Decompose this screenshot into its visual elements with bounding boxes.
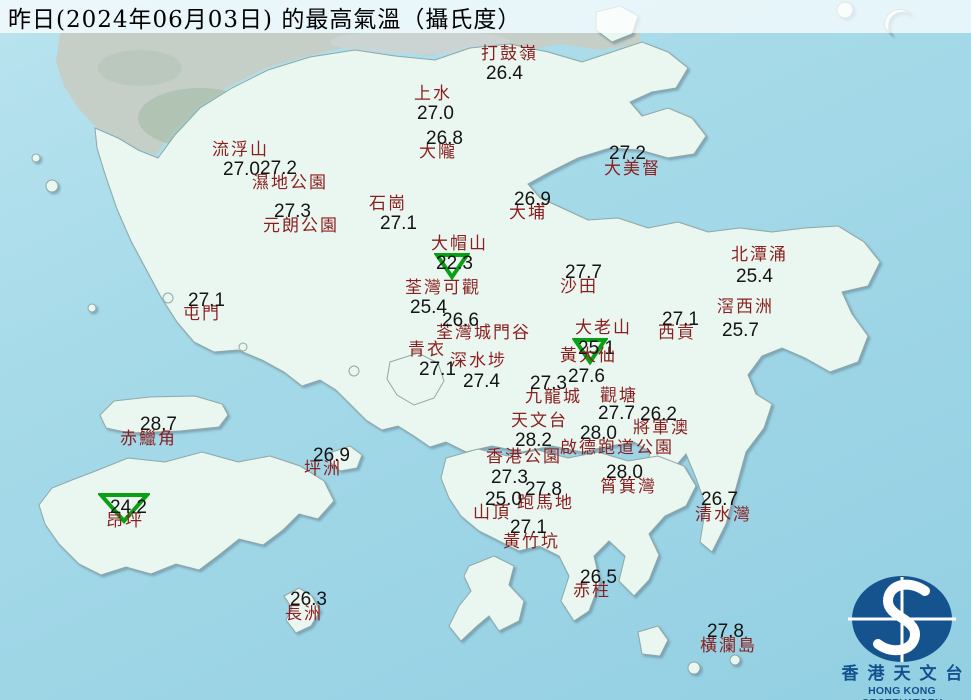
page-title: 昨日(2024年06月03日) 的最高氣溫（攝氏度）: [8, 0, 521, 34]
small-islet: [88, 304, 96, 312]
station-temperature-value: 27.7: [565, 263, 602, 282]
small-islet: [239, 343, 247, 351]
station-name: 上水: [414, 86, 452, 103]
station-temperature-value: 28.0: [580, 424, 617, 443]
small-islet: [730, 655, 740, 665]
station-name: 啟德跑道公園: [560, 440, 674, 457]
station-name: 天文台: [511, 413, 568, 430]
station-temperature-value: 27.4: [463, 372, 500, 391]
hong-kong-map: [0, 0, 971, 700]
weather-map-screen: 打鼓嶺26.4上水27.0大隴26.8流浮山27.0濕地公園27.2大美督27.…: [0, 0, 971, 700]
urban-hill-patch: [98, 50, 182, 86]
hko-logo-english-name: HONG KONG OBSERVATORY: [831, 685, 971, 700]
station-temperature-value: 26.6: [442, 311, 479, 330]
station-temperature-value: 26.7: [701, 490, 738, 509]
station-temperature-value: 27.1: [188, 291, 225, 310]
station-name: 黃大仙: [560, 348, 617, 365]
station-temperature-value: 26.4: [486, 64, 523, 83]
station-name: 大老山: [575, 320, 632, 337]
station-name: 流浮山: [212, 142, 269, 159]
hko-logo-chinese-name: 香港天文台: [831, 665, 971, 685]
small-islet: [46, 180, 58, 192]
station-temperature-value: 27.2: [260, 159, 297, 178]
lamma-island: [449, 556, 524, 641]
station-temperature-value: 26.9: [313, 446, 350, 465]
station-name: 大帽山: [431, 236, 488, 253]
station-name: 青衣: [408, 342, 446, 359]
small-islet: [32, 154, 40, 162]
title-bar: 昨日(2024年06月03日) 的最高氣溫（攝氏度）: [0, 0, 971, 33]
small-islet: [163, 293, 173, 303]
station-temperature-value: 25.4: [736, 267, 773, 286]
station-temperature-value: 27.6: [568, 367, 605, 386]
station-temperature-value: 27.1: [662, 310, 699, 329]
station-temperature-value: 26.8: [426, 129, 463, 148]
station-temperature-value: 27.8: [525, 480, 562, 499]
po-toi-island: [638, 626, 668, 656]
station-temperature-value: 26.2: [640, 405, 677, 424]
station-temperature-value: 27.2: [609, 144, 646, 163]
station-name: 北潭涌: [731, 247, 788, 264]
station-temperature-value: 28.7: [140, 415, 177, 434]
station-temperature-value: 26.9: [514, 190, 551, 209]
station-temperature-value: 27.3: [530, 374, 567, 393]
station-temperature-value: 25.0: [485, 490, 522, 509]
station-name: 打鼓嶺: [481, 46, 538, 63]
station-temperature-value: 27.3: [491, 468, 528, 487]
station-temperature-value: 28.0: [606, 463, 643, 482]
station-temperature-value: 25.7: [722, 321, 759, 340]
small-islet: [349, 366, 359, 376]
station-temperature-value: 27.3: [274, 202, 311, 221]
hko-logo-emblem: [846, 573, 958, 665]
station-name: 荃灣可觀: [405, 280, 481, 297]
station-temperature-value: 26.5: [580, 568, 617, 587]
station-temperature-value: 27.1: [380, 214, 417, 233]
lantau-island: [39, 452, 334, 575]
station-name: 石崗: [369, 196, 407, 213]
station-temperature-value: 27.7: [598, 404, 635, 423]
station-name: 深水埗: [450, 353, 507, 370]
waglan-islet: [688, 662, 700, 674]
hko-logo: 香港天文台 HONG KONG OBSERVATORY: [831, 573, 971, 700]
station-temperature-value: 27.0: [417, 104, 454, 123]
station-temperature-value: 26.3: [290, 590, 327, 609]
station-name: 滘西洲: [717, 299, 774, 316]
station-temperature-value: 24.2: [110, 498, 147, 517]
station-temperature-value: 22.3: [436, 254, 473, 273]
station-name: 香港公園: [486, 449, 562, 466]
station-temperature-value: 27.1: [510, 518, 547, 537]
station-temperature-value: 27.8: [707, 622, 744, 641]
